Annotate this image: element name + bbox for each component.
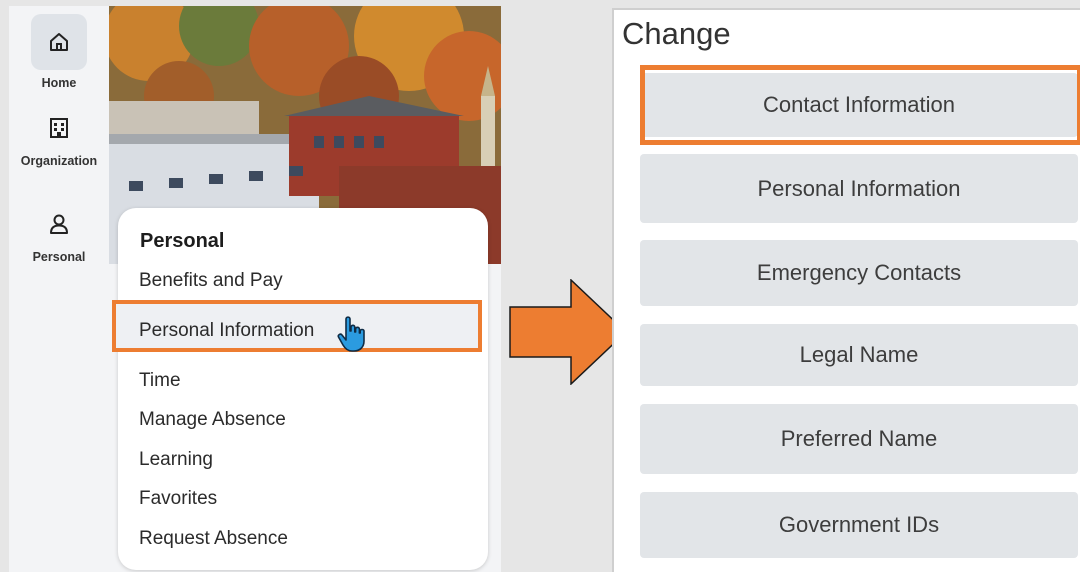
person-icon [31, 204, 87, 244]
menu-item-request-absence[interactable]: Request Absence [139, 528, 288, 550]
menu-item-manage-absence[interactable]: Manage Absence [139, 409, 286, 431]
sidebar-item-home[interactable]: Home [9, 14, 109, 90]
menu-item-benefits-and-pay[interactable]: Benefits and Pay [139, 270, 283, 292]
sidebar-item-label: Home [41, 76, 77, 90]
button-label: Government IDs [778, 512, 940, 537]
change-title: Change [622, 16, 731, 51]
menu-item-time[interactable]: Time [139, 370, 181, 392]
button-label: Emergency Contacts [756, 260, 962, 285]
menu-item-learning[interactable]: Learning [139, 449, 213, 471]
menu-item-favorites[interactable]: Favorites [139, 488, 217, 510]
sidebar-item-personal[interactable]: Personal [9, 204, 109, 264]
legal-name-button[interactable]: Legal Name [640, 324, 1078, 386]
organization-icon [31, 108, 87, 148]
button-label: Personal Information [757, 175, 961, 201]
left-sidebar: Home Organization Personal [9, 6, 109, 572]
change-panel: Change Contact Information Personal Info… [612, 8, 1080, 572]
menu-title: Personal [140, 230, 225, 252]
button-highlight-border [640, 65, 1080, 145]
personal-information-button[interactable]: Personal Information [640, 154, 1078, 223]
emergency-contacts-button[interactable]: Emergency Contacts [640, 240, 1078, 306]
home-icon [31, 14, 87, 70]
menu-item-personal-information[interactable]: Personal Information [139, 320, 314, 342]
sidebar-item-label: Organization [20, 154, 98, 168]
preferred-name-button[interactable]: Preferred Name [640, 404, 1078, 474]
government-ids-button[interactable]: Government IDs [640, 492, 1078, 558]
button-label: Legal Name [799, 342, 919, 367]
sidebar-item-label: Personal [32, 250, 86, 264]
hand-pointer-icon [336, 315, 370, 360]
button-label: Preferred Name [780, 426, 938, 451]
arrow-right-icon [509, 279, 628, 385]
sidebar-item-organization[interactable]: Organization [9, 108, 109, 168]
